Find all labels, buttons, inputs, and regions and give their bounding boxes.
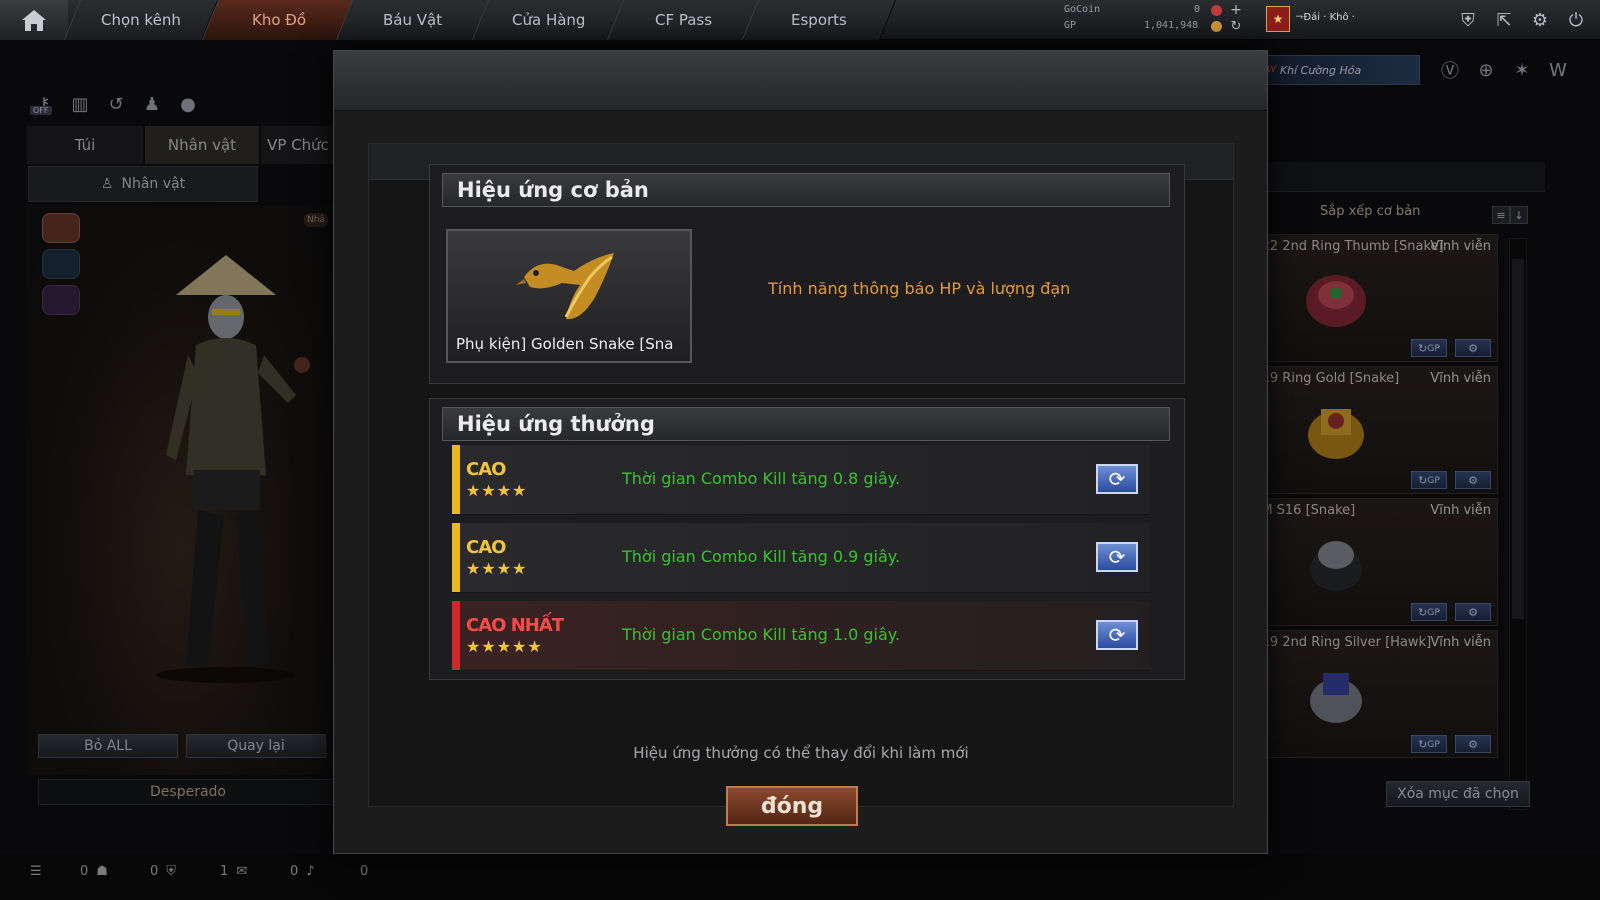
bonus-effect-section: Hiệu ứng thưởng CAO ★★★★ Thời gian Combo…	[429, 398, 1185, 680]
tier-label: CAO NHẤT	[466, 615, 564, 636]
tier-stars: ★★★★	[466, 559, 528, 578]
tier-label: CAO	[466, 537, 506, 558]
tab-cua-hang[interactable]: Cửa Hàng	[471, 0, 627, 40]
shield-icon[interactable]: ⛨	[1452, 4, 1484, 36]
gp-label: GP	[1064, 20, 1077, 31]
home-icon	[22, 10, 46, 31]
item-thumbnail: Phụ kiện] Golden Snake [Sna	[446, 229, 692, 363]
bonus-effect-text: Thời gian Combo Kill tăng 0.8 giây.	[622, 469, 901, 488]
modal-body: Hiệu ứng cơ bản Phụ kiện] Golden Snake […	[368, 143, 1234, 807]
refresh-effect-button[interactable]: ⟳	[1096, 542, 1138, 572]
gear-icon[interactable]: ⚙	[1524, 4, 1556, 36]
bonus-effect-text: Thời gian Combo Kill tăng 1.0 giây.	[622, 625, 901, 644]
refresh-icon: ⟳	[1108, 545, 1126, 569]
bonus-effect-row: CAO NHẤT ★★★★★ Thời gian Combo Kill tăng…	[452, 601, 1150, 671]
tier-bar	[452, 601, 460, 670]
item-thumbnail-label: Phụ kiện] Golden Snake [Sna	[456, 335, 674, 353]
home-button[interactable]	[0, 0, 68, 40]
refresh-icon: ⟳	[1108, 623, 1126, 647]
exit-icon[interactable]: ⇱	[1488, 4, 1520, 36]
basic-effect-text: Tính năng thông báo HP và lượng đạn	[768, 279, 1071, 298]
refresh-icon: ⟳	[1108, 467, 1126, 491]
power-icon[interactable]: ⏻	[1560, 4, 1592, 36]
bonus-effect-row: CAO ★★★★ Thời gian Combo Kill tăng 0.8 g…	[452, 445, 1150, 515]
golden-snake-icon	[516, 253, 614, 320]
close-button[interactable]: đóng	[726, 786, 858, 826]
tier-stars: ★★★★★	[466, 637, 543, 656]
tier-bar	[452, 523, 460, 592]
gocoin-label: GoCoin	[1064, 4, 1101, 15]
tier-stars: ★★★★	[466, 481, 528, 500]
bonus-effect-text: Thời gian Combo Kill tăng 0.9 giây.	[622, 547, 901, 566]
tab-cf-pass[interactable]: CF Pass	[606, 0, 762, 40]
gocoin-value: 0	[1194, 4, 1201, 15]
tab-esports[interactable]: Esports	[741, 0, 897, 40]
tab-kho-do[interactable]: Kho Đồ	[201, 0, 357, 40]
player-name: ¬Đái · Khô ·	[1295, 12, 1355, 23]
refresh-coin-icon[interactable]: ↻	[1226, 16, 1246, 36]
tier-label: CAO	[466, 459, 506, 480]
bonus-effect-row: CAO ★★★★ Thời gian Combo Kill tăng 0.9 g…	[452, 523, 1150, 593]
modal-header	[334, 51, 1267, 111]
tab-chon-kenh[interactable]: Chọn kênh	[63, 0, 219, 40]
bonus-footnote: Hiệu ứng thưởng có thể thay đổi khi làm …	[633, 744, 969, 762]
top-nav-bar: Chọn kênh Kho Đồ Báu Vật Cửa Hàng CF Pas…	[0, 0, 1600, 40]
basic-effect-title: Hiệu ứng cơ bản	[442, 173, 1170, 207]
basic-effect-section: Hiệu ứng cơ bản Phụ kiện] Golden Snake […	[429, 164, 1185, 384]
gocoin-icon	[1211, 5, 1222, 16]
rank-badge: ★	[1266, 6, 1290, 32]
tier-bar	[452, 445, 460, 514]
effect-modal: Hiệu ứng cơ bản Phụ kiện] Golden Snake […	[333, 50, 1268, 854]
bonus-effect-title: Hiệu ứng thưởng	[442, 407, 1170, 441]
gp-value: 1,041,948	[1144, 20, 1199, 31]
gp-icon	[1211, 21, 1222, 32]
refresh-effect-button[interactable]: ⟳	[1096, 620, 1138, 650]
refresh-effect-button[interactable]: ⟳	[1096, 464, 1138, 494]
tab-bau-vat[interactable]: Báu Vật	[335, 0, 491, 40]
